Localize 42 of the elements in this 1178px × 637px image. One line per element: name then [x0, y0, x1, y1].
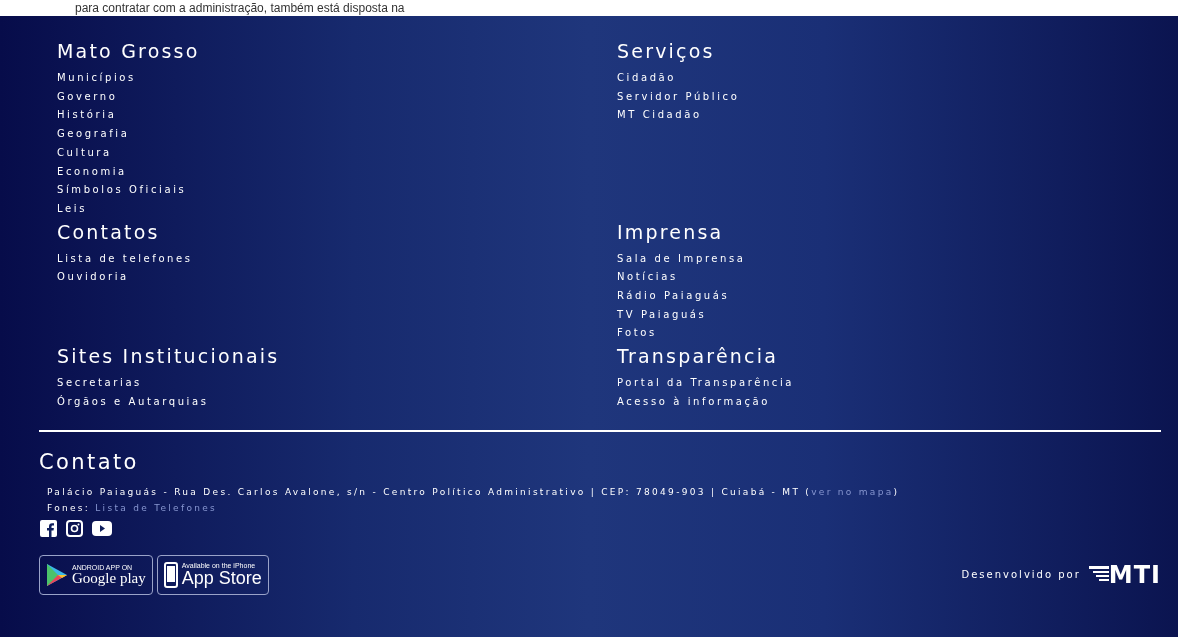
footer-link[interactable]: Municípios: [57, 69, 136, 88]
paragraph-text: para contratar com a administração, também está disposta na: [74, 0, 406, 16]
section-heading: Sites Institucionais: [57, 344, 280, 370]
footer-link[interactable]: Cidadão: [617, 69, 677, 88]
section-heading: Imprensa: [617, 219, 724, 245]
phone-icon: [163, 561, 178, 588]
address-text: Palácio Paiaguás - Rua Des. Carlos Avalone, s/n - Centro Político Administrativo | CEP: 78049-903 | Cuiabá - MT (: [47, 486, 812, 497]
footer-link[interactable]: Leis: [57, 199, 87, 219]
footer-link[interactable]: Secretarias: [57, 374, 142, 393]
footer-link[interactable]: Notícias: [617, 268, 678, 288]
footer-link[interactable]: Sala de Imprensa: [617, 249, 746, 269]
phones-label: Fones:: [47, 502, 91, 513]
footer-link[interactable]: Acesso à informação: [617, 392, 771, 412]
footer-link[interactable]: Lista de telefones: [57, 249, 193, 269]
section-heading: Serviços: [617, 39, 715, 64]
footer-link[interactable]: Símbolos Oficiais: [57, 181, 187, 200]
address-text-end: ): [893, 486, 900, 497]
developer-credit: Desenvolvido por: [961, 569, 1081, 581]
footer-link[interactable]: Governo: [57, 87, 118, 107]
phones-link[interactable]: Lista de Telefones: [95, 502, 218, 513]
footer-link[interactable]: Rádio Paiaguás: [617, 287, 730, 306]
section-heading: Contatos: [57, 219, 160, 245]
contact-heading: Contato: [39, 449, 140, 474]
footer-link[interactable]: Cultura: [57, 143, 112, 163]
section-heading: Mato Grosso: [57, 39, 200, 64]
play-triangle-icon: [46, 562, 68, 587]
footer-link[interactable]: Economia: [57, 162, 127, 182]
company-logo: MTI: [1088, 560, 1161, 589]
instagram-icon[interactable]: [66, 519, 83, 537]
footer-link[interactable]: Portal da Transparência: [617, 374, 795, 393]
footer-link[interactable]: Geografia: [57, 125, 130, 144]
footer-link[interactable]: TV Paiaguás: [617, 305, 707, 325]
footer-link[interactable]: MT Cidadão: [617, 106, 702, 126]
section-heading: Transparência: [617, 344, 778, 370]
facebook-icon[interactable]: [40, 519, 57, 537]
footer-link[interactable]: Ouvidoria: [57, 268, 129, 288]
map-link[interactable]: ver no mapa: [811, 486, 894, 497]
youtube-icon[interactable]: [92, 520, 112, 536]
footer-link[interactable]: Fotos: [617, 324, 657, 344]
footer-link[interactable]: História: [57, 106, 117, 126]
footer-link[interactable]: Servidor Público: [617, 87, 740, 107]
footer-link[interactable]: Órgãos e Autarquias: [57, 392, 209, 412]
